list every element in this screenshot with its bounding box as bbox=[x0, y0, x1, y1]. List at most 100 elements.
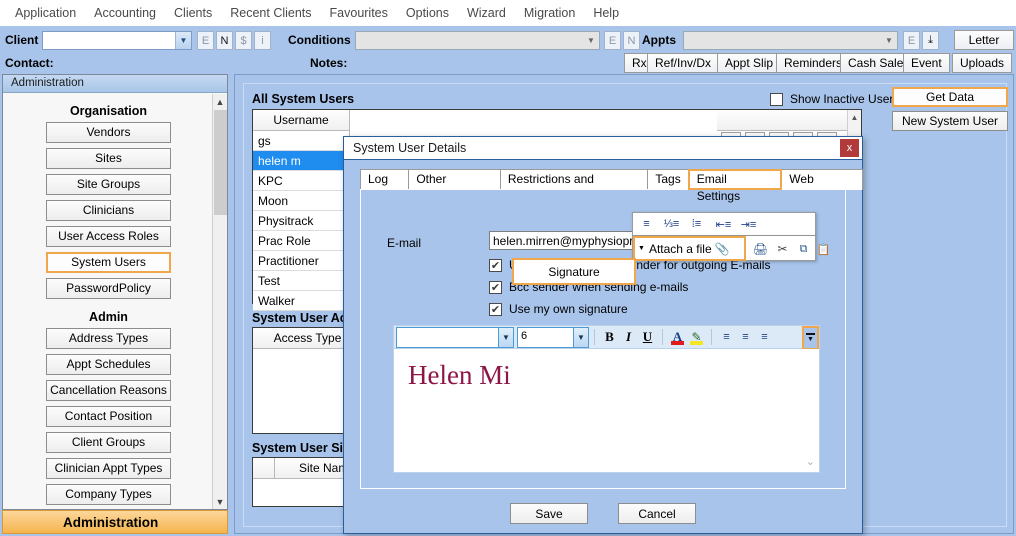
tab-email-settings[interactable]: Email Settings bbox=[687, 169, 783, 203]
align-center-icon[interactable]: ≡ bbox=[736, 327, 755, 347]
checkbox-box: ✔ bbox=[489, 302, 502, 316]
appts-combo[interactable]: ▼ bbox=[683, 31, 898, 50]
conditions-combo[interactable]: ▼ bbox=[355, 31, 600, 50]
menu-item-recent-clients[interactable]: Recent Clients bbox=[221, 2, 320, 24]
show-inactive-users-checkbox[interactable]: ✔ Show Inactive Users bbox=[770, 92, 899, 106]
tab-other-settings[interactable]: Other Settings bbox=[408, 169, 501, 205]
menu-item-clients[interactable]: Clients bbox=[165, 2, 221, 24]
table-row[interactable]: Physitrack bbox=[253, 211, 349, 231]
cell-username: Physitrack bbox=[258, 213, 314, 228]
email-settings-panel: E-mail ✔ Use Gensolve e-mail sender for … bbox=[360, 189, 846, 489]
close-icon[interactable]: x bbox=[840, 139, 859, 157]
font-color-icon[interactable]: A bbox=[668, 327, 687, 347]
table-row[interactable]: helen m bbox=[253, 151, 349, 171]
sidebar-item-vendors[interactable]: Vendors bbox=[46, 122, 171, 143]
italic-icon[interactable]: I bbox=[619, 327, 638, 347]
client-combo[interactable]: ▼ bbox=[42, 31, 192, 50]
sidebar-item-cancellation-reasons[interactable]: Cancellation Reasons bbox=[46, 380, 171, 401]
tab-tags[interactable]: Tags bbox=[647, 169, 689, 190]
sidebar-scrollbar[interactable]: ▲ ▼ bbox=[212, 94, 227, 509]
menu-item-application[interactable]: Application bbox=[6, 2, 85, 24]
sidebar-footer-administration[interactable]: Administration bbox=[2, 510, 228, 534]
justify-icon[interactable]: ≡ bbox=[637, 214, 656, 234]
bold-icon[interactable]: B bbox=[600, 327, 619, 347]
notes-label: Notes: bbox=[310, 56, 348, 70]
sidebar-item-address-types[interactable]: Address Types bbox=[46, 328, 171, 349]
print-icon[interactable]: 🖨 bbox=[751, 239, 770, 259]
menu-item-options[interactable]: Options bbox=[397, 2, 458, 24]
appts-e-button[interactable]: E bbox=[903, 31, 920, 50]
sidebar-item-site-groups[interactable]: Site Groups bbox=[46, 174, 171, 195]
decrease-indent-icon[interactable]: ⇤≡ bbox=[714, 214, 733, 234]
attach-a-file-button[interactable]: ▼ Attach a file 📎 bbox=[633, 236, 746, 261]
tab-web-access[interactable]: Web Access bbox=[781, 169, 863, 205]
scroll-up-icon[interactable]: ▲ bbox=[213, 94, 227, 109]
tab-log-in[interactable]: Log In bbox=[360, 169, 410, 205]
table-row[interactable]: Walker bbox=[253, 291, 349, 311]
show-inactive-users-label: Show Inactive Users bbox=[790, 92, 900, 106]
cancel-button[interactable]: Cancel bbox=[618, 503, 696, 524]
table-row[interactable]: gs bbox=[253, 131, 349, 151]
client-dollar-button[interactable]: $ bbox=[235, 31, 252, 50]
get-data-button[interactable]: Get Data bbox=[892, 87, 1008, 107]
table-row[interactable]: Moon bbox=[253, 191, 349, 211]
event-button[interactable]: Event bbox=[903, 53, 950, 73]
cell-username: helen m bbox=[258, 153, 301, 168]
sidebar-item-appt-schedules[interactable]: Appt Schedules bbox=[46, 354, 171, 375]
client-e-button[interactable]: E bbox=[197, 31, 214, 50]
scroll-down-icon[interactable]: ▼ bbox=[213, 494, 227, 509]
font-family-select[interactable]: ▼ bbox=[396, 326, 514, 348]
save-button[interactable]: Save bbox=[510, 503, 588, 524]
sidebar-item-contact-position[interactable]: Contact Position bbox=[46, 406, 171, 427]
increase-indent-icon[interactable]: ⇥≡ bbox=[739, 214, 758, 234]
new-system-user-button[interactable]: New System User bbox=[892, 111, 1008, 131]
signature-canvas[interactable]: Helen Mi ⌄ bbox=[393, 349, 820, 473]
menu-item-help[interactable]: Help bbox=[584, 2, 628, 24]
sidebar-item-company-types[interactable]: Company Types bbox=[46, 484, 171, 505]
cut-icon[interactable]: ✂ bbox=[773, 239, 792, 259]
conditions-n-button[interactable]: N bbox=[623, 31, 640, 50]
font-size-select[interactable]: 6 ▼ bbox=[517, 326, 589, 348]
cash-sale-button[interactable]: Cash Sale bbox=[840, 53, 912, 73]
align-left-icon[interactable]: ≡ bbox=[717, 327, 736, 347]
reminders-button[interactable]: Reminders bbox=[776, 53, 851, 73]
ref-inv-dx-button[interactable]: Ref/Inv/Dx bbox=[647, 53, 720, 73]
highlight-icon[interactable]: ✎ bbox=[687, 327, 706, 347]
sidebar-item-system-users[interactable]: System Users bbox=[46, 252, 171, 273]
use-own-signature-checkbox[interactable]: ✔ Use my own signature bbox=[489, 302, 628, 316]
paste-icon[interactable]: 📋 bbox=[814, 239, 833, 259]
bulleted-list-icon[interactable]: ⁞≡ bbox=[687, 214, 706, 234]
table-row[interactable]: Practitioner bbox=[253, 251, 349, 271]
sidebar-item-clinicians[interactable]: Clinicians bbox=[46, 200, 171, 221]
sidebar-item-password-policy[interactable]: PasswordPolicy bbox=[46, 278, 171, 299]
conditions-e-button[interactable]: E bbox=[604, 31, 621, 50]
menu-item-favourites[interactable]: Favourites bbox=[321, 2, 397, 24]
client-toolbar: Client ▼ E N $ i Conditions ▼ E N Appts … bbox=[0, 26, 1016, 74]
table-row[interactable]: KPC bbox=[253, 171, 349, 191]
numbered-list-icon[interactable]: ⅓≡ bbox=[662, 214, 681, 234]
menu-item-wizard[interactable]: Wizard bbox=[458, 2, 515, 24]
copy-icon[interactable]: ⧉ bbox=[794, 239, 813, 259]
sidebar-item-client-groups[interactable]: Client Groups bbox=[46, 432, 171, 453]
menu-item-migration[interactable]: Migration bbox=[515, 2, 584, 24]
scroll-up-icon[interactable]: ▲ bbox=[848, 110, 861, 124]
uploads-button[interactable]: Uploads bbox=[952, 53, 1013, 73]
align-right-icon[interactable]: ≡ bbox=[755, 327, 774, 347]
sidebar-item-sites[interactable]: Sites bbox=[46, 148, 171, 169]
client-info-button[interactable]: i bbox=[254, 31, 271, 50]
underline-icon[interactable]: U bbox=[638, 327, 657, 347]
scrollbar-thumb[interactable] bbox=[214, 110, 227, 215]
chevron-down-icon[interactable]: ⌄ bbox=[806, 455, 815, 468]
tab-restrictions-and-security[interactable]: Restrictions and Security bbox=[499, 169, 649, 205]
toolbar-overflow-button[interactable]: ▼ bbox=[802, 326, 819, 350]
letter-button[interactable]: Letter bbox=[954, 30, 1014, 50]
sidebar-item-clinician-appt-types[interactable]: Clinician Appt Types bbox=[46, 458, 171, 479]
download-icon[interactable]: ⤓ bbox=[922, 31, 939, 50]
sidebar-item-user-access-roles[interactable]: User Access Roles bbox=[46, 226, 171, 247]
client-n-button[interactable]: N bbox=[216, 31, 233, 50]
menu-item-accounting[interactable]: Accounting bbox=[85, 2, 165, 24]
appt-slip-button[interactable]: Appt Slip bbox=[717, 53, 782, 73]
table-row[interactable]: Prac Role bbox=[253, 231, 349, 251]
table-row[interactable]: Test bbox=[253, 271, 349, 291]
cell-username: Prac Role bbox=[258, 233, 311, 248]
